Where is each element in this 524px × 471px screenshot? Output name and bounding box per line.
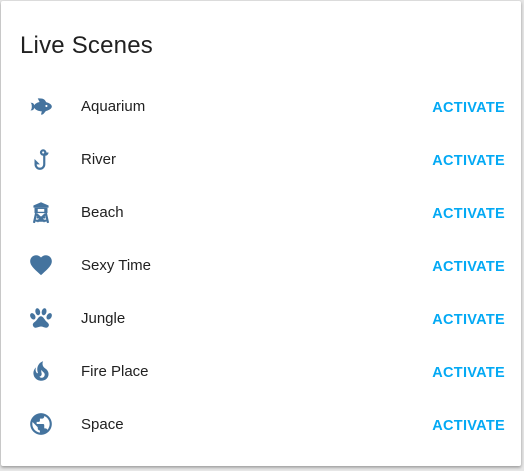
scene-row-beach: Beach ACTIVATE <box>1 187 521 240</box>
activate-button[interactable]: ACTIVATE <box>432 258 505 276</box>
fish-icon <box>28 93 54 119</box>
scene-label: Jungle <box>81 310 126 327</box>
activate-button[interactable]: ACTIVATE <box>432 417 505 435</box>
scene-label: Sexy Time <box>81 257 152 274</box>
activate-button[interactable]: ACTIVATE <box>432 152 505 170</box>
fire-icon <box>28 358 54 384</box>
activate-button[interactable]: ACTIVATE <box>432 205 505 223</box>
scene-row-space: Space ACTIVATE <box>1 399 521 452</box>
scenes-card: Live Scenes Aquarium ACTIVATE River ACTI… <box>1 1 521 466</box>
heart-icon <box>28 252 54 278</box>
card-title: Live Scenes <box>20 32 153 59</box>
scene-row-sexy-time: Sexy Time ACTIVATE <box>1 240 521 293</box>
scene-label: Space <box>81 416 124 433</box>
scene-label: Aquarium <box>81 98 146 115</box>
scene-row-aquarium: Aquarium ACTIVATE <box>1 81 521 134</box>
scene-label: River <box>81 151 117 168</box>
scene-row-river: River ACTIVATE <box>1 134 521 187</box>
globe-icon <box>28 411 54 437</box>
hook-icon <box>28 146 54 172</box>
scene-list: Aquarium ACTIVATE River ACTIVATE Beach A… <box>1 81 521 452</box>
lifeguard-tower-icon <box>28 199 54 225</box>
paw-icon <box>28 305 54 331</box>
scene-label: Fire Place <box>81 363 149 380</box>
activate-button[interactable]: ACTIVATE <box>432 99 505 117</box>
scene-row-fire-place: Fire Place ACTIVATE <box>1 346 521 399</box>
scene-row-jungle: Jungle ACTIVATE <box>1 293 521 346</box>
scene-label: Beach <box>81 204 124 221</box>
activate-button[interactable]: ACTIVATE <box>432 311 505 329</box>
activate-button[interactable]: ACTIVATE <box>432 364 505 382</box>
